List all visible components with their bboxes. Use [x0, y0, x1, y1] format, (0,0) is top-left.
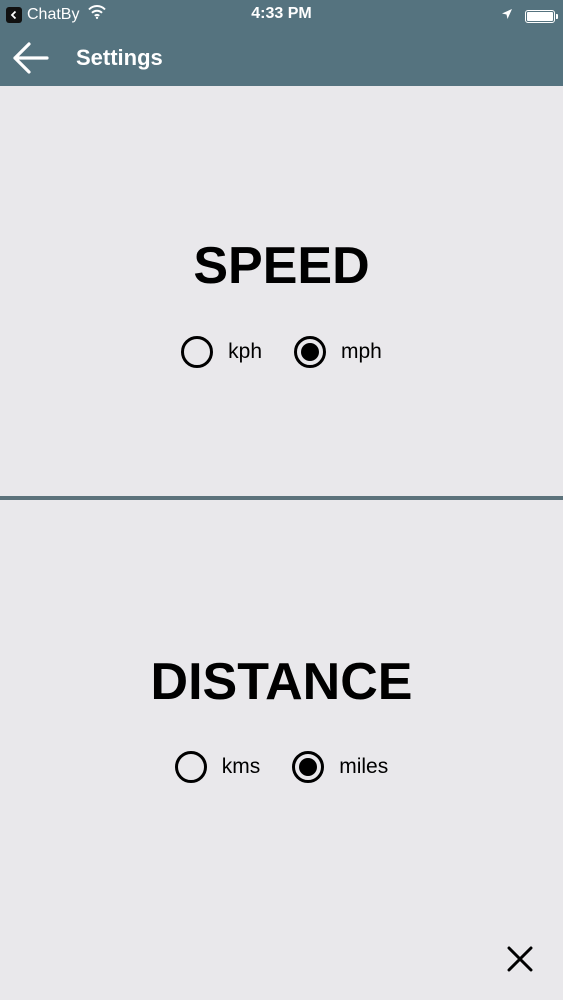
page-title: Settings [76, 45, 163, 70]
radio-label-miles: miles [339, 755, 389, 778]
arrow-left-icon [13, 42, 49, 74]
distance-section: DISTANCE kms miles [0, 502, 563, 1000]
section-divider [0, 496, 563, 500]
battery-level-fill [527, 11, 553, 21]
speed-radio-group: kph mph [0, 336, 563, 368]
radio-label-kms: kms [221, 755, 261, 778]
status-bar-right [501, 7, 558, 25]
radio-kms[interactable] [174, 751, 207, 783]
status-time: 4:33 PM [251, 5, 312, 22]
radio-kph[interactable] [181, 336, 214, 368]
battery-icon [525, 9, 558, 23]
speed-option-kph[interactable]: kph [181, 336, 262, 368]
radio-mph[interactable] [294, 336, 326, 368]
distance-option-miles[interactable]: miles [292, 751, 388, 783]
close-icon [507, 946, 533, 972]
speed-section: SPEED kph mph [0, 86, 563, 496]
back-button[interactable] [10, 39, 50, 77]
radio-dot [299, 758, 318, 776]
app-bar: Settings [0, 30, 563, 86]
distance-radio-group: kms miles [0, 751, 563, 783]
distance-option-kms[interactable]: kms [174, 751, 261, 783]
location-arrow-icon [501, 7, 513, 25]
status-bar: ChatBy 4:33 PM [0, 0, 563, 30]
radio-label-mph: mph [341, 340, 382, 363]
radio-miles[interactable] [292, 751, 325, 783]
distance-title: DISTANCE [150, 653, 413, 711]
radio-dot [301, 343, 319, 361]
speed-option-mph[interactable]: mph [294, 336, 382, 368]
radio-label-kph: kph [228, 340, 262, 363]
speed-title: SPEED [193, 237, 370, 295]
close-button[interactable] [505, 944, 535, 974]
